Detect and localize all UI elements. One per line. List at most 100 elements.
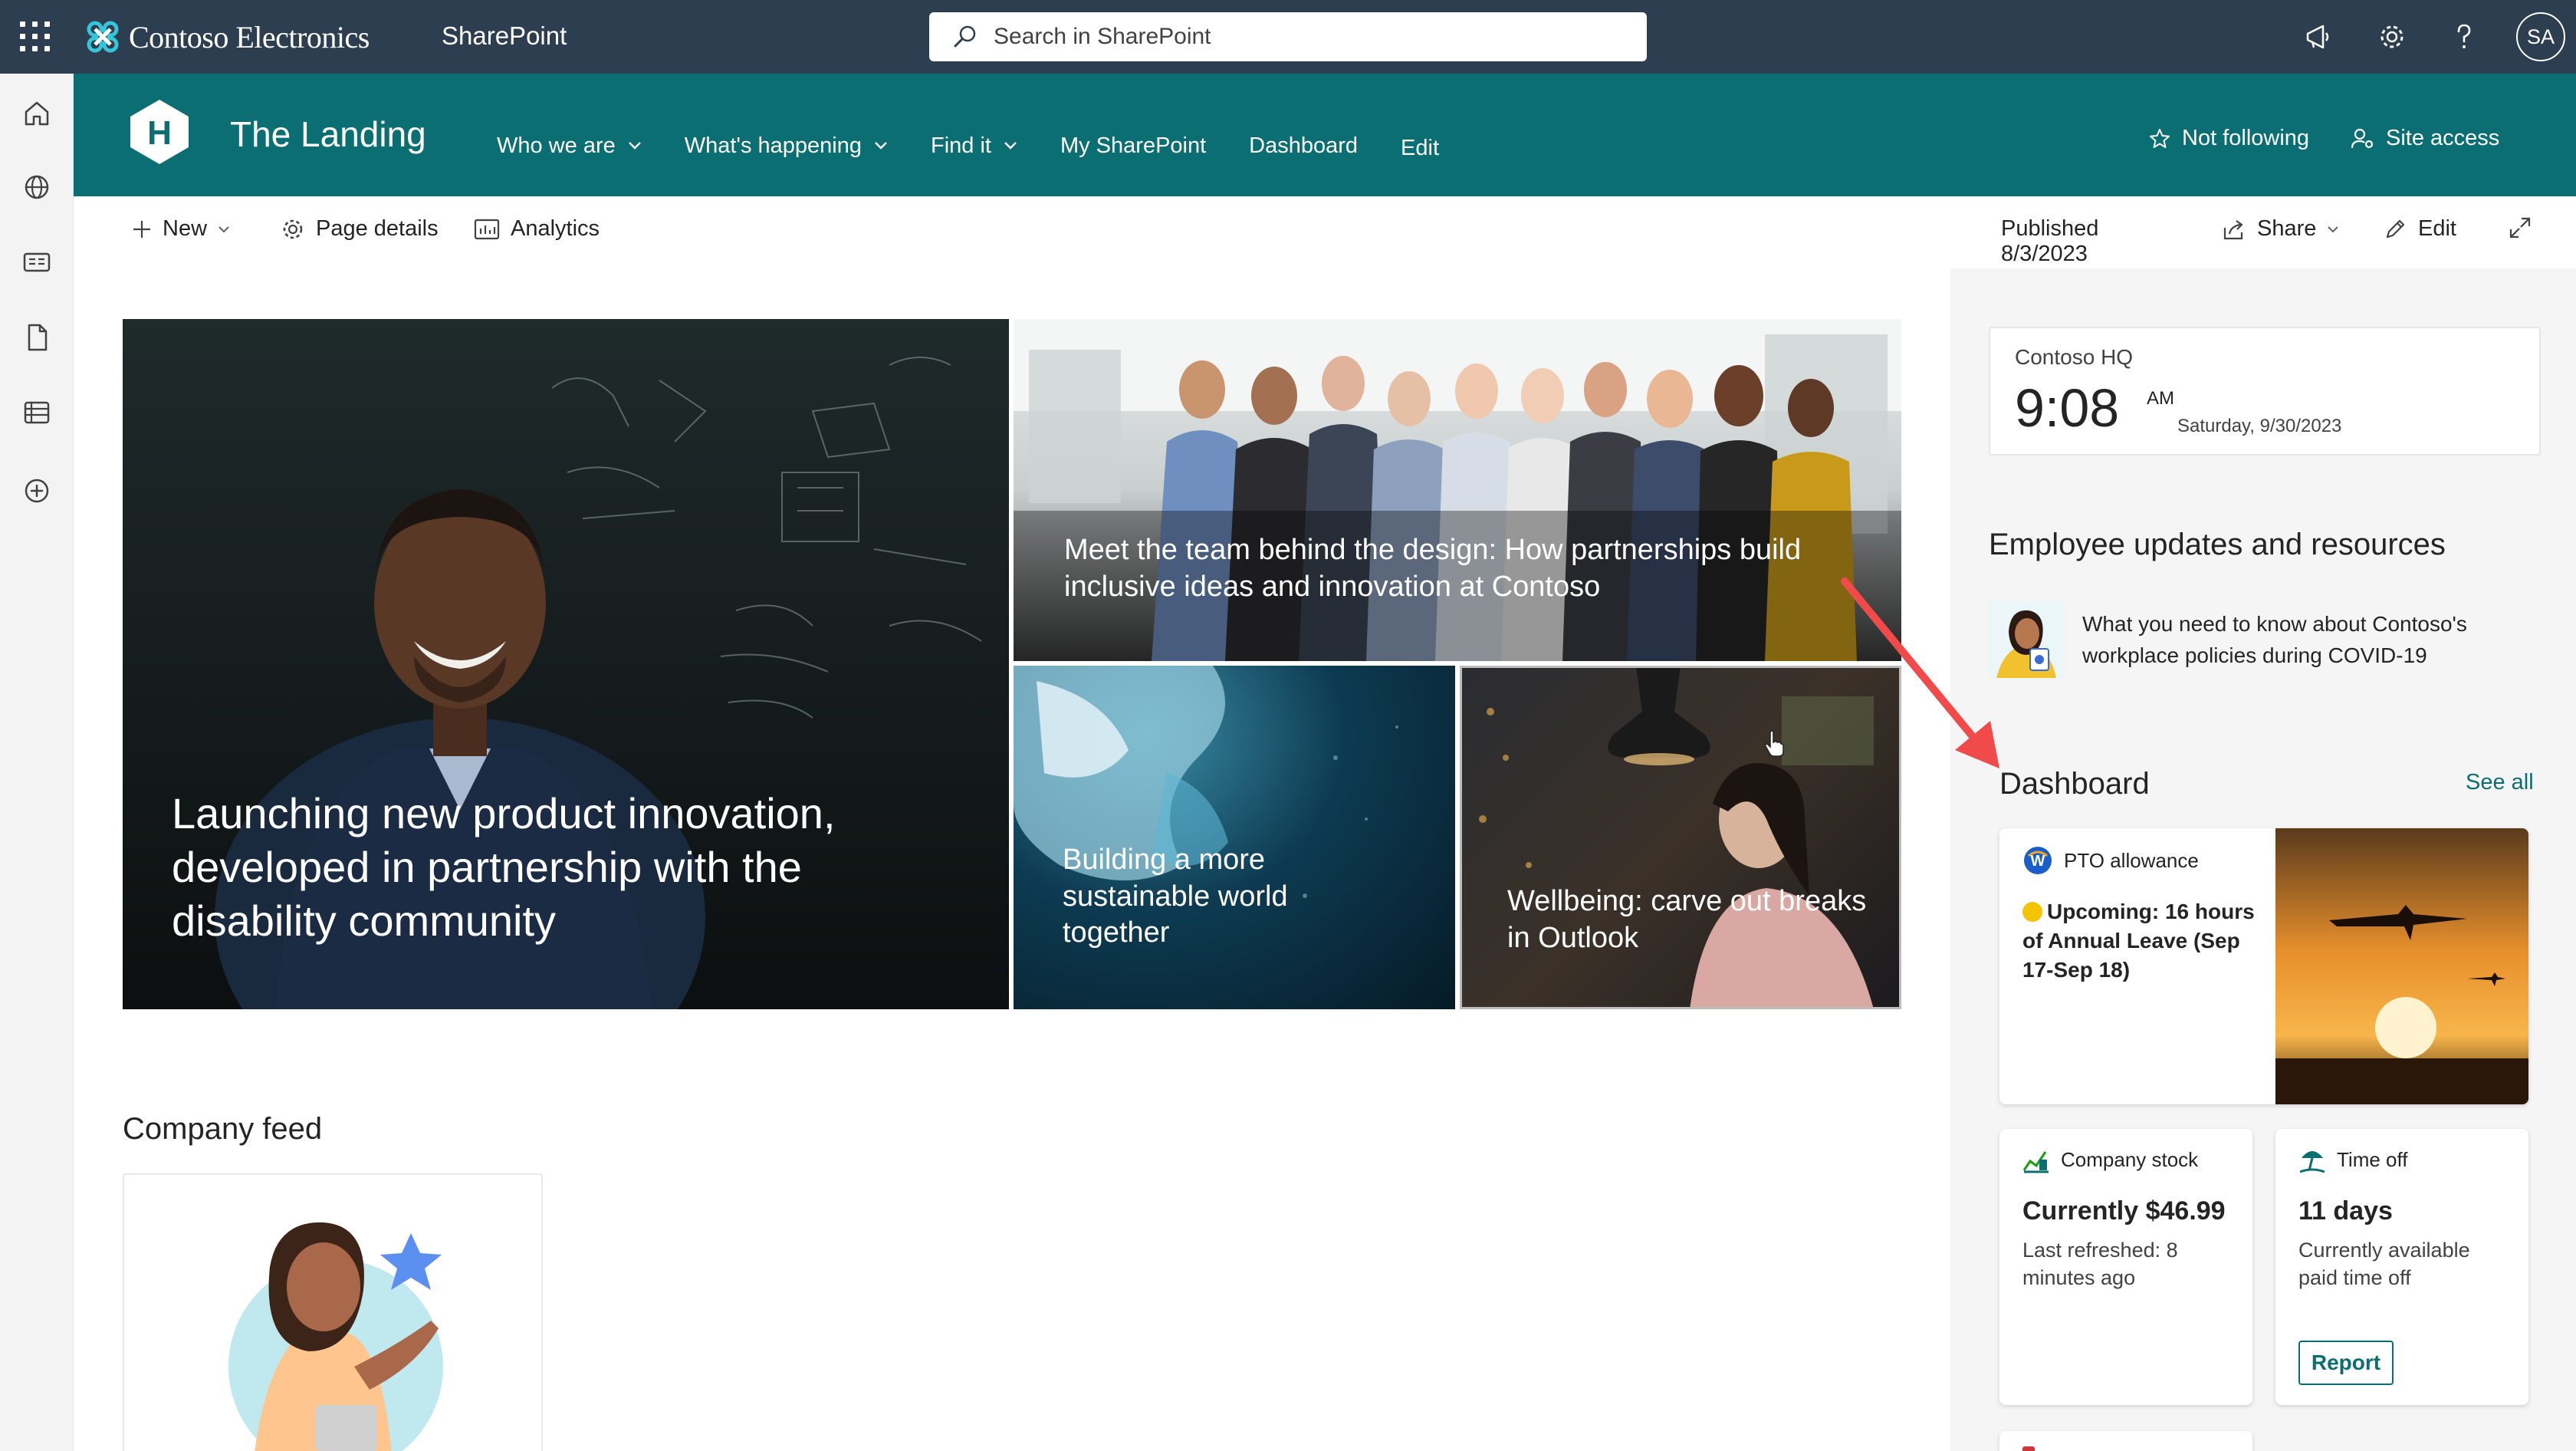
search-box[interactable] — [929, 12, 1647, 61]
command-bar: New Page details Analytics Published 8/3… — [74, 196, 2531, 268]
nav-label: My SharePoint — [1060, 133, 1207, 158]
svg-text:H: H — [147, 114, 172, 152]
dashboard-see-all-link[interactable]: See all — [2466, 770, 2534, 795]
new-button[interactable]: New — [132, 216, 230, 242]
world-clock-card: Contoso HQ 9:08 AM Saturday, 9/30/2023 — [1989, 327, 2541, 456]
workday-logo-icon: W — [2024, 847, 2052, 874]
nav-label: Dashboard — [1249, 133, 1359, 158]
site-access-button[interactable]: Site access — [2351, 126, 2499, 151]
dashboard-title: Dashboard — [1999, 767, 2150, 801]
time-off-card[interactable]: Time off 11 days Currently available pai… — [2275, 1129, 2528, 1405]
star-outline-icon — [2150, 128, 2170, 148]
search-input[interactable] — [994, 24, 1607, 50]
airplane-sunset-image — [2275, 828, 2528, 1104]
people-settings-icon — [2351, 128, 2374, 148]
published-label: Published 8/3/2023 — [2001, 216, 2099, 266]
expand-icon — [2509, 217, 2531, 239]
hero-team-image — [1014, 319, 1901, 661]
employee-update-item[interactable]: What you need to know about Contoso's wo… — [1989, 601, 2541, 678]
document-icon[interactable] — [20, 321, 54, 354]
stock-card-header: Company stock — [2022, 1146, 2198, 1173]
hero-tile-team[interactable]: Meet the team behind the design: How par… — [1014, 319, 1901, 661]
follow-button[interactable]: Not following — [2148, 126, 2309, 151]
list-icon[interactable] — [20, 396, 54, 429]
follow-label: Not following — [2182, 126, 2310, 150]
nav-my-sharepoint[interactable]: My SharePoint — [1060, 133, 1206, 159]
page-details-label: Page details — [316, 216, 439, 241]
update-item-text: What you need to know about Contoso's wo… — [2082, 612, 2467, 667]
site-logo-icon: H — [130, 100, 189, 164]
contoso-logo-icon — [87, 21, 119, 53]
avatar[interactable]: SA — [2516, 12, 2565, 61]
stock-refreshed: Last refreshed: 8 minutes ago — [2022, 1239, 2178, 1290]
share-button[interactable]: Share — [2222, 216, 2339, 242]
suite-bar: Contoso Electronics SharePoint SA — [0, 0, 2576, 74]
nav-edit[interactable]: Edit — [1401, 136, 1439, 161]
card-icon — [2022, 1446, 2035, 1451]
stock-label: Company stock — [2061, 1147, 2199, 1171]
megaphone-icon[interactable] — [2302, 20, 2335, 54]
pto-card-header: W PTO allowance — [2022, 845, 2199, 876]
stock-chart-icon — [2022, 1151, 2049, 1173]
hero-sustainable-caption: Building a more sustainable world togeth… — [1063, 844, 1288, 949]
clock-time: 9:08 — [2015, 378, 2120, 438]
nav-whats-happening[interactable]: What's happening — [685, 133, 888, 159]
analytics-button[interactable]: Analytics — [474, 216, 600, 242]
pto-upcoming-text: Upcoming: 16 hours of Annual Leave (Sep … — [2022, 897, 2265, 984]
clock-location: Contoso HQ — [2015, 345, 2134, 369]
analytics-label: Analytics — [511, 216, 600, 241]
timeoff-card-header: Time off — [2298, 1146, 2407, 1173]
expand-button[interactable] — [2509, 216, 2532, 239]
edit-label: Edit — [2418, 216, 2456, 241]
app-launcher-icon[interactable] — [20, 21, 51, 52]
add-circle-icon[interactable] — [20, 474, 54, 508]
nav-label: What's happening — [684, 133, 862, 158]
suite-app-name[interactable]: SharePoint — [442, 21, 567, 51]
globe-icon[interactable] — [20, 170, 54, 204]
pto-text: Upcoming: 16 hours of Annual Leave (Sep … — [2022, 900, 2255, 982]
employee-updates-title: Employee updates and resources — [1989, 528, 2446, 561]
site-access-label: Site access — [2386, 126, 2500, 150]
beach-umbrella-icon — [2299, 1151, 2325, 1173]
report-button[interactable]: Report — [2298, 1341, 2394, 1385]
company-feed-title: Company feed — [123, 1112, 323, 1146]
help-icon[interactable] — [2447, 20, 2481, 54]
site-logo[interactable]: H — [126, 98, 193, 166]
annotation-arrow-icon — [1841, 577, 1999, 768]
chevron-down-icon — [219, 225, 229, 232]
status-dot-icon — [2022, 902, 2042, 922]
nav-who-we-are[interactable]: Who we are — [497, 133, 642, 159]
page-details-button[interactable]: Page details — [281, 216, 439, 242]
site-header: H The Landing Who we are What's happenin… — [74, 74, 2576, 196]
nav-label: Edit — [1401, 135, 1440, 160]
share-icon — [2223, 219, 2243, 239]
hero-webpart: Launching new product innovation, develo… — [123, 319, 1901, 1009]
home-icon[interactable] — [20, 97, 54, 130]
edit-button[interactable]: Edit — [2383, 216, 2456, 242]
mouse-cursor-hand-icon — [1765, 730, 1784, 757]
brand-link[interactable]: Contoso Electronics — [84, 17, 370, 57]
hero-tile-main[interactable]: Launching new product innovation, develo… — [123, 319, 1009, 1009]
hero-team-caption: Meet the team behind the design: How par… — [1064, 534, 1802, 603]
published-status: Published 8/3/2023 — [2001, 216, 2098, 267]
search-icon — [954, 25, 976, 48]
pto-allowance-card[interactable]: W PTO allowance Upcoming: 16 hours of An… — [1999, 828, 2528, 1104]
plus-icon — [133, 220, 150, 238]
nav-dashboard[interactable]: Dashboard — [1249, 133, 1358, 159]
hero-tile-sustainable[interactable]: Building a more sustainable world togeth… — [1014, 666, 1455, 1009]
feed-illustration — [228, 1222, 443, 1451]
site-title[interactable]: The Landing — [230, 114, 426, 155]
company-stock-card[interactable]: Company stock Currently $46.99 Last refr… — [1999, 1129, 2252, 1405]
settings-gear-icon[interactable] — [2375, 20, 2409, 54]
news-icon[interactable] — [20, 245, 54, 279]
company-feed-card[interactable] — [123, 1173, 543, 1451]
analytics-icon — [474, 219, 500, 239]
timeoff-sub: Currently available paid time off — [2298, 1239, 2470, 1290]
share-label: Share — [2257, 216, 2317, 241]
dashboard-card-partial[interactable] — [1999, 1431, 2252, 1451]
site-navigation: Who we are What's happening Find it My S… — [497, 129, 1482, 163]
nav-find-it[interactable]: Find it — [931, 133, 1017, 159]
pencil-icon — [2386, 219, 2405, 238]
hero-main-caption: Launching new product innovation, develo… — [172, 789, 836, 945]
chevron-down-icon — [1004, 142, 1017, 150]
